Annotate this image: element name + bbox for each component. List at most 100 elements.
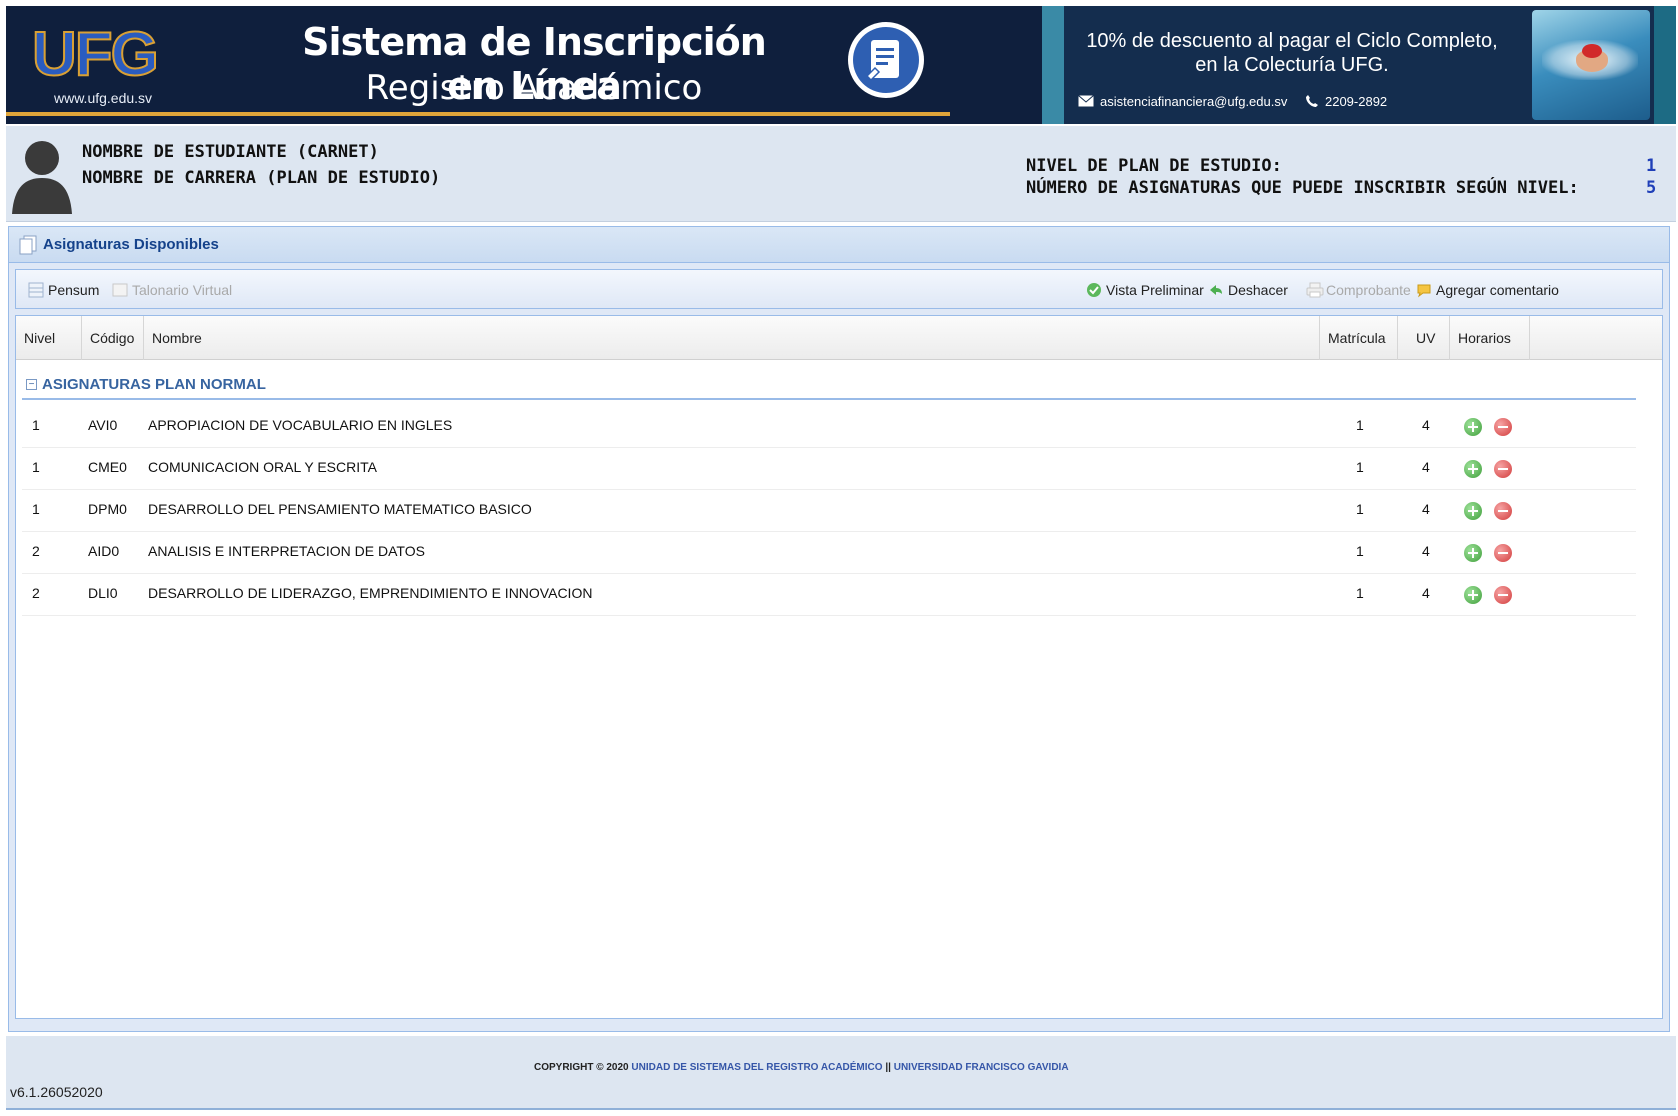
- table-row[interactable]: 2 AID0 ANALISIS E INTERPRETACION DE DATOS 1…: [22, 532, 1636, 574]
- col-matricula[interactable]: Matrícula: [1320, 316, 1398, 360]
- add-schedule-icon[interactable]: [1464, 544, 1482, 562]
- collapse-icon[interactable]: −: [26, 379, 37, 390]
- undo-label: Deshacer: [1228, 282, 1288, 298]
- remove-schedule-icon[interactable]: [1494, 460, 1512, 478]
- copyright-prefix: COPYRIGHT © 2020: [534, 1062, 629, 1073]
- max-subjects-label: NÚMERO DE ASIGNATURAS QUE PUEDE INSCRIBI…: [1026, 178, 1579, 198]
- cell-uv: 4: [1422, 501, 1430, 517]
- student-name: NOMBRE DE ESTUDIANTE (CARNET): [82, 142, 379, 162]
- add-schedule-icon[interactable]: [1464, 418, 1482, 436]
- receipt-icon: [112, 282, 128, 298]
- cell-matricula: 1: [1356, 543, 1364, 559]
- toolbar: Pensum Talonario Virtual Vista Prelimina…: [15, 269, 1663, 309]
- version-label: v6.1.26052020: [10, 1084, 103, 1100]
- add-comment-button[interactable]: Agregar comentario: [1416, 280, 1559, 300]
- grid-header: Nivel Código Nombre Matrícula UV Horario…: [16, 316, 1662, 360]
- voucher-button[interactable]: Comprobante: [1306, 280, 1411, 300]
- printer-icon: [1306, 282, 1324, 298]
- cell-nombre: DESARROLLO DEL PENSAMIENTO MATEMATICO BA…: [148, 501, 532, 517]
- banner-main: UFG www.ufg.edu.sv Sistema de Inscripció…: [6, 6, 1042, 124]
- table-row[interactable]: 1 DPM0 DESARROLLO DEL PENSAMIENTO MATEMATI…: [22, 490, 1636, 532]
- talonario-label: Talonario Virtual: [132, 282, 233, 298]
- grid-icon: [28, 282, 44, 298]
- col-uv[interactable]: UV: [1398, 316, 1450, 360]
- cell-nivel: 2: [32, 543, 40, 559]
- copyright-separator: ||: [885, 1062, 891, 1073]
- col-horarios[interactable]: Horarios: [1450, 316, 1530, 360]
- comment-icon: [1416, 282, 1432, 298]
- col-nombre[interactable]: Nombre: [144, 316, 1320, 360]
- cell-matricula: 1: [1356, 417, 1364, 433]
- phone-icon: [1305, 94, 1319, 111]
- check-icon: [1086, 282, 1102, 298]
- registry-unit-link[interactable]: UNIDAD DE SISTEMAS DEL REGISTRO ACADÉMIC…: [631, 1062, 882, 1073]
- add-schedule-icon[interactable]: [1464, 502, 1482, 520]
- pages-icon: [19, 235, 37, 258]
- page: UFG www.ufg.edu.sv Sistema de Inscripció…: [0, 0, 1678, 1116]
- cell-uv: 4: [1422, 543, 1430, 559]
- cell-codigo: AID0: [88, 543, 120, 559]
- cell-matricula: 1: [1356, 459, 1364, 475]
- remove-schedule-icon[interactable]: [1494, 544, 1512, 562]
- table-row[interactable]: 1 AVI0 APROPIACION DE VOCABULARIO EN INGLE…: [22, 406, 1636, 448]
- system-subtitle: Registro Académico: [365, 68, 703, 108]
- cell-nombre: ANALISIS E INTERPRETACION DE DATOS: [148, 543, 425, 559]
- document-icon: [848, 22, 924, 98]
- add-schedule-icon[interactable]: [1464, 460, 1482, 478]
- banner-underline: [6, 112, 950, 116]
- table-row[interactable]: 1 CME0 COMUNICACION ORAL Y ESCRITA 1 4: [22, 448, 1636, 490]
- cell-codigo: CME0: [88, 459, 127, 475]
- cell-nombre: DESARROLLO DE LIDERAZGO, EMPRENDIMIENTO …: [148, 585, 593, 601]
- cell-nombre: APROPIACION DE VOCABULARIO EN INGLES: [148, 417, 453, 433]
- remove-schedule-icon[interactable]: [1494, 502, 1512, 520]
- undo-button[interactable]: Deshacer: [1208, 280, 1288, 300]
- cell-matricula: 1: [1356, 585, 1364, 601]
- add-comment-label: Agregar comentario: [1436, 282, 1559, 298]
- cell-uv: 4: [1422, 585, 1430, 601]
- logo-text: UFG: [31, 19, 160, 90]
- panel-header: Asignaturas Disponibles: [9, 227, 1669, 263]
- cell-nombre: COMUNICACION ORAL Y ESCRITA: [148, 459, 377, 475]
- header-banner: UFG www.ufg.edu.sv Sistema de Inscripció…: [6, 6, 1676, 124]
- voucher-label: Comprobante: [1326, 282, 1411, 298]
- cell-uv: 4: [1422, 417, 1430, 433]
- logo-url: www.ufg.edu.sv: [54, 90, 153, 106]
- cell-matricula: 1: [1356, 501, 1364, 517]
- preview-button[interactable]: Vista Preliminar: [1086, 280, 1204, 300]
- group-label: ASIGNATURAS PLAN NORMAL: [42, 376, 266, 393]
- student-info: NOMBRE DE ESTUDIANTE (CARNET) NOMBRE DE …: [6, 126, 1676, 222]
- subjects-grid: Nivel Código Nombre Matrícula UV Horario…: [15, 315, 1663, 1019]
- promo-banner[interactable]: 10% de descuento al pagar el Ciclo Compl…: [1042, 6, 1676, 124]
- remove-schedule-icon[interactable]: [1494, 586, 1512, 604]
- cell-codigo: DPM0: [88, 501, 127, 517]
- col-nivel[interactable]: Nivel: [16, 316, 82, 360]
- cell-nivel: 1: [32, 501, 40, 517]
- footer: COPYRIGHT © 2020 UNIDAD DE SISTEMAS DEL …: [6, 1036, 1676, 1110]
- promo-line1: 10% de descuento al pagar el Ciclo Compl…: [1086, 30, 1498, 52]
- swimmer-image: [1532, 10, 1650, 120]
- remove-schedule-icon[interactable]: [1494, 418, 1512, 436]
- side-strip: [1654, 6, 1676, 124]
- plan-level-label: NIVEL DE PLAN DE ESTUDIO:: [1026, 156, 1282, 176]
- subjects-panel: Asignaturas Disponibles Pensum Talonario…: [8, 226, 1670, 1032]
- talonario-button[interactable]: Talonario Virtual: [112, 280, 232, 300]
- pensum-button[interactable]: Pensum: [28, 280, 99, 300]
- panel-title: Asignaturas Disponibles: [43, 236, 219, 253]
- add-schedule-icon[interactable]: [1464, 586, 1482, 604]
- cell-nivel: 1: [32, 417, 40, 433]
- cell-codigo: DLI0: [88, 585, 118, 601]
- undo-icon: [1208, 282, 1224, 298]
- cell-codigo: AVI0: [88, 417, 118, 433]
- table-row[interactable]: 2 DLI0 DESARROLLO DE LIDERAZGO, EMPRENDIMI…: [22, 574, 1636, 616]
- promo-email: asistenciafinanciera@ufg.edu.sv: [1100, 94, 1288, 109]
- copyright: COPYRIGHT © 2020 UNIDAD DE SISTEMAS DEL …: [534, 1062, 1069, 1073]
- university-link[interactable]: UNIVERSIDAD FRANCISCO GAVIDIA: [894, 1062, 1069, 1073]
- ufg-logo[interactable]: UFG www.ufg.edu.sv: [31, 19, 172, 110]
- career-name: NOMBRE DE CARRERA (PLAN DE ESTUDIO): [82, 168, 441, 188]
- col-codigo[interactable]: Código: [82, 316, 144, 360]
- group-header[interactable]: − ASIGNATURAS PLAN NORMAL: [22, 372, 1636, 400]
- cell-uv: 4: [1422, 459, 1430, 475]
- pensum-label: Pensum: [48, 282, 100, 298]
- promo-line2: en la Colecturía UFG.: [1195, 54, 1389, 76]
- promo-contact: asistenciafinanciera@ufg.edu.sv 2209-289…: [1078, 94, 1387, 111]
